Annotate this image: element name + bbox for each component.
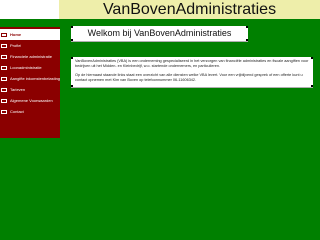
contact-paragraph: Op de hiernaast staande links staat een … — [75, 73, 303, 82]
sidebar-item-label: Profiel — [10, 43, 22, 48]
corner-dot-icon — [311, 57, 313, 59]
sidebar-item-profiel[interactable]: Profiel — [0, 40, 60, 51]
logo-placeholder — [0, 0, 59, 19]
welcome-panel: Welkom bij VanBovenAdministraties — [71, 26, 248, 42]
sidebar-item-loonadministratie[interactable]: Loonadministratie — [0, 62, 60, 73]
corner-dot-icon — [71, 85, 73, 87]
sidebar-nav: Home Profiel Financiele administratie Lo… — [0, 27, 60, 138]
nav-bullet-icon — [1, 87, 7, 92]
left-column: Home Profiel Financiele administratie Lo… — [0, 19, 60, 240]
nav-bullet-icon — [1, 32, 7, 37]
sidebar-item-label: Home — [10, 32, 22, 37]
sidebar-item-financiele-administratie[interactable]: Financiele administratie — [0, 51, 60, 62]
sidebar-item-label: Tarieven — [10, 87, 26, 92]
sidebar-item-home[interactable]: Home — [0, 29, 60, 40]
sidebar-item-label: Algemene Voorwaarden — [10, 98, 53, 103]
nav-bullet-icon — [1, 76, 7, 81]
nav-bullet-icon — [1, 65, 7, 70]
sidebar-item-label: Contact — [10, 109, 24, 114]
sidebar-item-label: Loonadministratie — [10, 65, 42, 70]
sidebar-item-aangifte-inkomstenbelasting[interactable]: Aangifte inkomstenbelasting — [0, 73, 60, 84]
nav-bullet-icon — [1, 98, 7, 103]
site-title: VanBovenAdministraties — [102, 1, 277, 18]
corner-dot-icon — [71, 57, 73, 59]
intro-panel: VanBovenAdministraties (VBA) is een onde… — [71, 57, 313, 88]
corner-dot-icon — [311, 85, 313, 87]
sidebar-item-algemene-voorwaarden[interactable]: Algemene Voorwaarden — [0, 95, 60, 106]
page-title: Welkom bij VanBovenAdministraties — [87, 28, 232, 38]
nav-bullet-icon — [1, 54, 7, 59]
header-bar: VanBovenAdministraties — [0, 0, 320, 19]
intro-paragraph: VanBovenAdministraties (VBA) is een onde… — [75, 59, 309, 68]
nav-bullet-icon — [1, 43, 7, 48]
nav-bullet-icon — [1, 109, 7, 114]
sidebar-item-contact[interactable]: Contact — [0, 106, 60, 117]
sidebar-item-tarieven[interactable]: Tarieven — [0, 84, 60, 95]
sidebar-item-label: Financiele administratie — [10, 54, 53, 59]
sidebar-item-label: Aangifte inkomstenbelasting — [10, 76, 60, 81]
